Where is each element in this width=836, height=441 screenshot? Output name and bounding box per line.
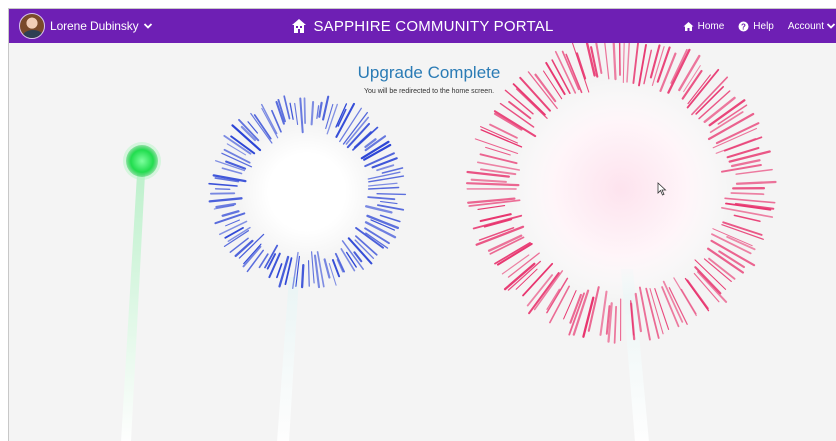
blue-burst [208, 95, 407, 290]
redirect-message: You will be redirected to the home scree… [363, 88, 495, 95]
blue-spark [294, 102, 299, 126]
chevron-down-icon [826, 21, 836, 31]
pink-spark [670, 49, 688, 84]
blue-spark [208, 197, 243, 203]
nav-home-label: Home [697, 20, 725, 32]
blue-spark [322, 95, 330, 121]
pink-spark [735, 168, 773, 175]
blue-spark [208, 182, 238, 187]
pink-spark [733, 214, 761, 223]
pink-spark [612, 35, 617, 81]
pink-spark [730, 192, 765, 196]
blue-spark [300, 264, 305, 289]
blue-spark [379, 214, 401, 223]
pink-spark [654, 288, 670, 330]
blue-spark [353, 251, 363, 263]
chevron-down-icon [143, 21, 153, 31]
pink-spark [708, 257, 736, 280]
blue-spark [376, 193, 407, 196]
blue-spark [335, 103, 348, 128]
blue-spark [276, 263, 283, 279]
pink-spark [546, 288, 560, 310]
blue-burst-trail [277, 277, 299, 441]
pink-spark [668, 287, 688, 325]
blue-spark [308, 260, 310, 287]
blue-spark [318, 101, 323, 118]
pink-spark [706, 247, 745, 274]
blue-spark [376, 164, 395, 172]
pink-spark [470, 178, 507, 183]
blue-spark [215, 202, 237, 209]
user-name: Lorene Dubinsky [50, 19, 139, 33]
pink-spark [480, 129, 523, 148]
user-menu[interactable]: Lorene Dubinsky [19, 13, 153, 39]
pink-spark [632, 39, 640, 84]
pink-spark [649, 44, 661, 79]
blue-spark [379, 200, 398, 205]
nav-home-link[interactable]: Home [683, 20, 725, 32]
portal-title: SAPPHIRE COMMUNITY PORTAL [313, 17, 554, 35]
blue-spark [283, 95, 291, 120]
pink-spark [474, 138, 519, 155]
pink-spark [626, 41, 631, 83]
nav-links: Home ? Help Account [669, 9, 836, 43]
pink-spark [515, 268, 538, 290]
community-house-icon [291, 18, 307, 34]
top-navbar: Lorene Dubinsky SAPPHIRE COMMUNITY PORTA… [9, 9, 836, 43]
page-frame: Lorene Dubinsky SAPPHIRE COMMUNITY PORTA… [8, 8, 836, 441]
nav-help-link[interactable]: ? Help [738, 21, 774, 32]
avatar [19, 13, 45, 39]
mouse-cursor-icon [657, 182, 667, 196]
help-icon: ? [738, 21, 749, 32]
blue-spark [221, 210, 240, 217]
pink-spark [735, 180, 777, 185]
nav-help-label: Help [753, 20, 774, 32]
pink-spark [575, 52, 587, 80]
svg-text:?: ? [741, 22, 746, 31]
pink-spark [724, 197, 776, 204]
page-title: Upgrade Complete [357, 63, 501, 82]
pink-spark [667, 48, 691, 94]
pink-spark [613, 305, 617, 344]
pink-spark [722, 221, 763, 236]
pink-spark [656, 46, 671, 83]
home-icon [683, 21, 694, 32]
blue-spark [310, 100, 315, 126]
nav-account-menu[interactable]: Account [788, 21, 836, 32]
pink-spark [485, 146, 511, 156]
pink-spark [728, 150, 771, 163]
blue-spark [230, 135, 256, 155]
pink-spark [508, 100, 532, 120]
green-rocket-trail [121, 174, 145, 441]
blue-spark [340, 248, 356, 272]
nav-account-label: Account [787, 20, 824, 32]
pink-spark [622, 40, 625, 84]
blue-spark [214, 188, 231, 191]
pink-spark [479, 153, 518, 165]
pink-spark [477, 205, 506, 210]
blue-spark [325, 103, 334, 130]
blue-spark [289, 102, 294, 120]
blue-spark [223, 230, 250, 248]
pink-spark [528, 272, 560, 315]
blue-spark [303, 97, 306, 124]
blue-spark [323, 258, 331, 279]
